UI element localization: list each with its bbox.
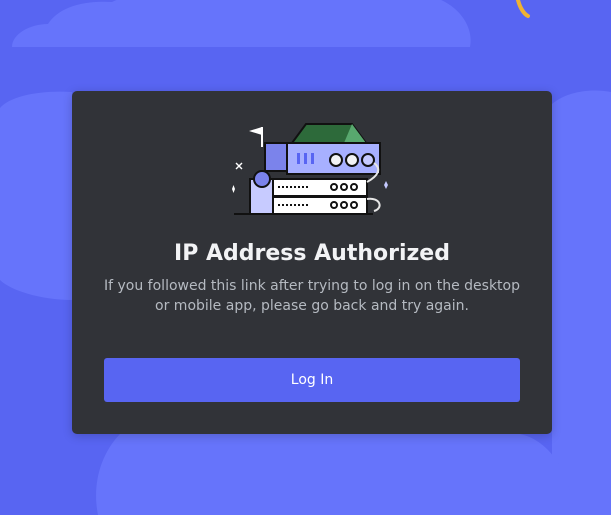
auth-message: If you followed this link after trying t… [104, 278, 520, 314]
login-button[interactable]: Log In [104, 358, 520, 402]
page-title: IP Address Authorized [174, 241, 450, 266]
server-stack-icon [232, 123, 388, 215]
auth-card: IP Address Authorized If you followed th… [72, 91, 552, 434]
